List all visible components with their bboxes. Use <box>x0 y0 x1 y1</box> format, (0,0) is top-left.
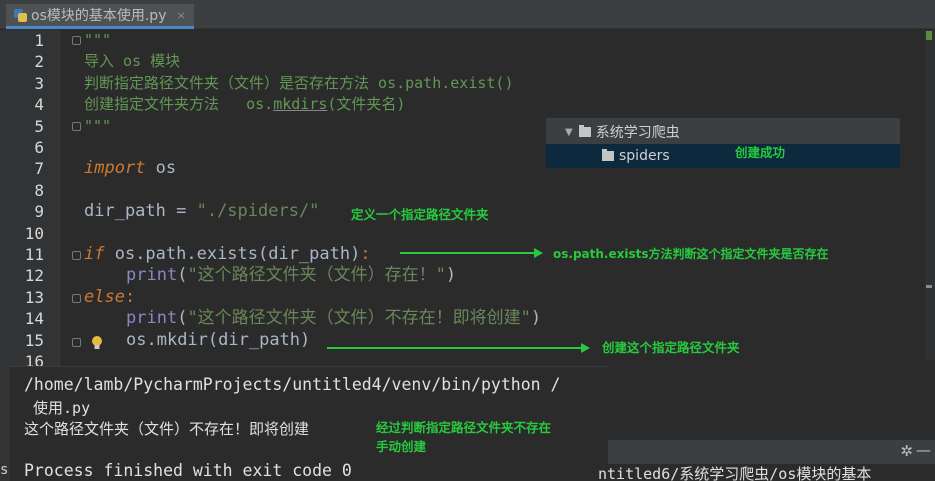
lightbulb-icon[interactable] <box>91 335 103 351</box>
annotation-line: 手动创建 <box>376 439 427 454</box>
builtin-print: print <box>126 265 178 286</box>
console-line: /home/lamb/PycharmProjects/untitled4/ven… <box>24 375 561 394</box>
keyword-import: import <box>84 158 146 179</box>
module-ref: os. <box>126 329 157 350</box>
code-line-12: print("这个路径文件夹（文件）存在！") <box>126 265 456 286</box>
annotation-define-path: 定义一个指定路径文件夹 <box>351 207 489 222</box>
variable-assignment: dir_path = <box>84 201 197 222</box>
annotation-manual-create: 经过判断指定路径文件夹不存在 手动创建 <box>376 417 551 455</box>
tab-os-module-file[interactable]: os模块的基本使用.py × <box>6 4 194 29</box>
string-literal: "这个路径文件夹（文件）不存在！即将创建" <box>187 308 531 329</box>
panel-edge-text: s <box>0 462 9 478</box>
annotation-created: 创建成功 <box>735 145 786 160</box>
string-literal: "./spiders/" <box>196 201 320 222</box>
code-line-4: 创建指定文件夹方法 os.mkdirs(文件夹名) <box>84 94 405 115</box>
console-line: 使用.py <box>24 399 91 417</box>
fold-marker-icon[interactable] <box>72 36 81 45</box>
error-stripe[interactable] <box>925 30 935 360</box>
docstring-text: mkdirs <box>273 95 328 114</box>
paren: ) <box>530 308 542 329</box>
console-exit-line: Process finished with exit code 0 <box>24 461 352 480</box>
annotation-line: 经过判断指定路径文件夹不存在 <box>376 420 552 435</box>
annotation-arrow <box>327 343 590 353</box>
line-number: 3 <box>34 73 44 93</box>
expand-arrow-icon[interactable]: ▼ <box>565 127 573 138</box>
line-number: 5 <box>34 116 44 136</box>
code-line-13: else: <box>84 287 135 308</box>
line-number: 9 <box>34 202 44 222</box>
annotation-arrow <box>400 248 543 258</box>
line-number: 1 <box>34 31 44 50</box>
code-line-11: if os.path.exists(dir_path): <box>84 244 371 265</box>
code-line-2: 导入 os 模块 <box>84 51 180 72</box>
colon: : <box>360 244 371 264</box>
minimize-icon[interactable]: — <box>916 441 931 459</box>
path-text: ntitled6/系统学习爬虫/os模块的基本 <box>598 465 872 481</box>
code-line-3: 判断指定路径文件夹（文件）是否存在方法 os.path.exist() <box>84 73 514 94</box>
close-tab-icon[interactable]: × <box>176 9 185 22</box>
gear-icon[interactable]: ✲ <box>900 442 913 460</box>
code-editor[interactable]: """ 导入 os 模块 判断指定路径文件夹（文件）是否存在方法 os.path… <box>84 30 935 370</box>
line-number: 14 <box>24 309 44 329</box>
inspection-ok-marker[interactable] <box>926 31 932 40</box>
tree-item-label: 系统学习爬虫 <box>595 125 680 141</box>
tab-label: os模块的基本使用.py <box>31 8 167 24</box>
folder-icon <box>602 149 614 161</box>
tree-item-root[interactable]: ▼ 系统学习爬虫 <box>546 120 900 144</box>
docstring-text: 判断指定路径文件夹（文件）是否存在方法 os.path.exist() <box>84 73 514 92</box>
fold-marker-icon[interactable] <box>72 122 81 131</box>
line-number: 7 <box>34 159 44 179</box>
module-name: os <box>145 158 177 179</box>
line-number: 6 <box>34 138 44 157</box>
line-number: 4 <box>34 95 44 115</box>
code-line-7: import os <box>84 158 176 179</box>
line-number: 15 <box>24 330 44 350</box>
paren: ) <box>445 265 457 286</box>
docstring-text: 导入 os 模块 <box>84 52 181 71</box>
line-number: 13 <box>24 287 44 307</box>
run-console[interactable]: /home/lamb/PycharmProjects/untitled4/ven… <box>10 366 608 481</box>
tree-item-label: spiders <box>619 148 670 164</box>
call-args: (dir_path) <box>207 329 311 350</box>
annotation-create-folder: 创建这个指定路径文件夹 <box>602 340 740 355</box>
code-line-15: os.mkdir(dir_path) <box>126 330 310 351</box>
condition-expression: os.path.exists(dir_path) <box>104 244 361 264</box>
builtin-print: print <box>126 308 178 329</box>
colon: : <box>124 286 136 307</box>
keyword-if: if <box>84 244 105 264</box>
tool-window-header: ✲ — <box>608 440 935 464</box>
tree-item-spiders[interactable]: spiders <box>546 144 900 168</box>
fold-marker-icon[interactable] <box>72 251 81 260</box>
docstring-delimiter: """ <box>84 116 112 135</box>
paren: ( <box>177 308 188 329</box>
annotation-exists-method: os.path.exists方法判断这个指定文件夹是否存在 <box>553 247 829 261</box>
project-tree-popup: ▼ 系统学习爬虫 spiders <box>545 117 901 169</box>
fold-marker-icon[interactable] <box>72 338 81 347</box>
docstring-text: (文件夹名) <box>327 95 406 114</box>
code-line-1: """ <box>84 30 111 51</box>
docstring-delimiter: """ <box>84 31 112 49</box>
console-output: 这个路径文件夹（文件）不存在！即将创建 <box>24 420 310 438</box>
string-literal: "这个路径文件夹（文件）存在！" <box>187 265 446 286</box>
code-position-marker[interactable] <box>926 285 932 288</box>
keyword-else: else <box>84 286 125 307</box>
editor-tab-bar: os模块的基本使用.py × <box>0 0 935 29</box>
line-number: 12 <box>24 266 44 286</box>
python-file-icon <box>14 8 27 22</box>
line-number: 8 <box>34 180 44 200</box>
code-line-5: """ <box>84 116 111 137</box>
fold-marker-icon[interactable] <box>72 294 81 303</box>
line-number: 11 <box>24 245 44 264</box>
code-line-14: print("这个路径文件夹（文件）不存在！即将创建") <box>126 308 541 329</box>
method-mkdir: mkdir <box>156 329 208 350</box>
docstring-text: 创建指定文件夹方法 os. <box>84 95 274 114</box>
paren: ( <box>177 265 188 286</box>
line-number: 10 <box>24 223 44 243</box>
folder-icon <box>578 125 591 137</box>
code-line-9: dir_path = "./spiders/" <box>84 201 319 222</box>
line-number: 2 <box>34 52 44 72</box>
